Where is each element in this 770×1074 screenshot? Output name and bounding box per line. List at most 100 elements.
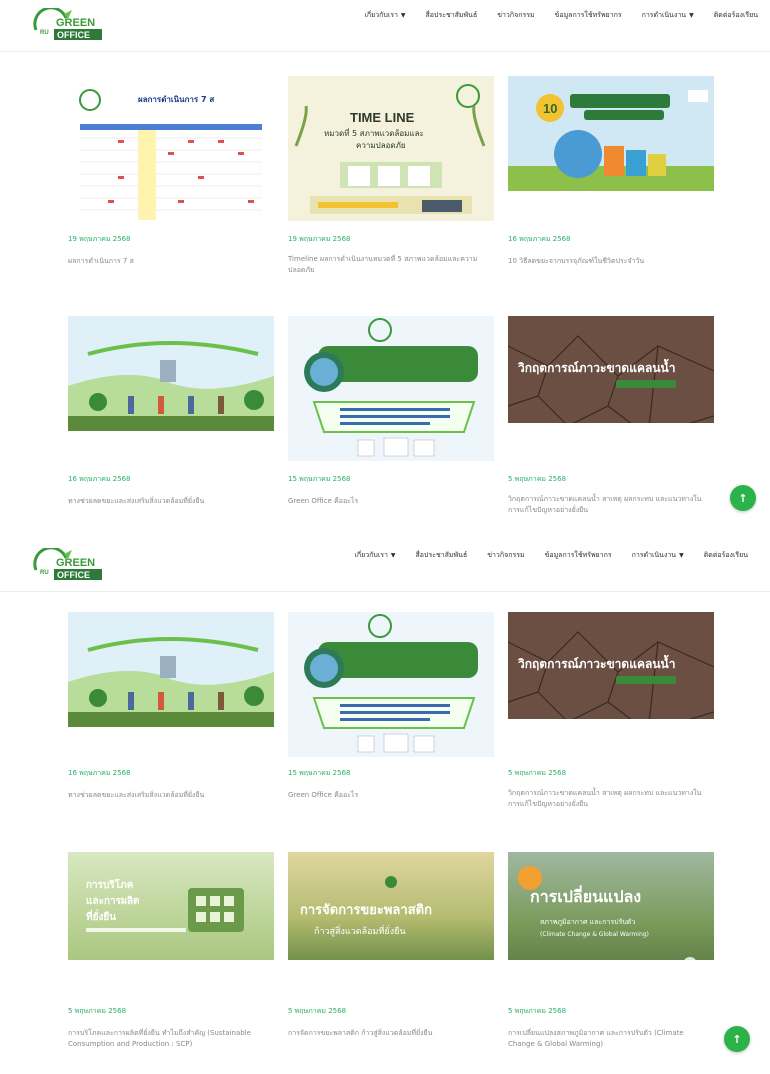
nav-label: เกี่ยวกับเรา [354, 551, 388, 559]
post-thumbnail[interactable] [68, 612, 274, 727]
post-thumbnail[interactable]: การเปลี่ยนแปลง สภาพภูมิอากาศ และการปรับต… [508, 852, 714, 960]
post-excerpt[interactable]: วิกฤตการณ์ภาวะขาดแคลนน้ำ สาเหตุ ผลกระทบ … [508, 788, 708, 810]
thumb-subtitle: (Climate Change & Global Warming) [540, 931, 649, 938]
nav-about[interactable]: เกี่ยวกับเรา ▼ [364, 10, 405, 21]
post-excerpt[interactable]: การบริโภคและการผลิตที่ยั่งยืน ทำไมถึงสำค… [68, 1028, 268, 1050]
post-excerpt[interactable]: วิกฤตการณ์ภาวะขาดแคลนน้ำ สาเหตุ ผลกระทบ … [508, 494, 708, 516]
nav-label: สื่อประชาสัมพันธ์ [415, 551, 468, 559]
post-excerpt[interactable]: การเปลี่ยนแปลงสภาพภูมิอากาศ และการปรับตั… [508, 1028, 708, 1050]
post-date[interactable]: 15 พฤษภาคม 2568 [288, 474, 350, 485]
thumb-subtitle: ความปลอดภัย [356, 141, 406, 150]
post-thumbnail[interactable]: วิกฤตการณ์ภาวะขาดแคลนน้ำ [508, 316, 714, 423]
post-card: 16 พฤษภาคม 2568 ทางช่วยลดขยะและส่งเสริมส… [68, 316, 274, 540]
thumb-title: และการผลิต [86, 895, 139, 907]
post-card: TIME LINE หมวดที่ 5 สภาพแวดล้อมและ ความป… [288, 76, 494, 316]
thumb-title: ที่ยั่งยืน [86, 909, 116, 923]
nav-label: การดำเนินงาน [641, 11, 687, 19]
nav-about[interactable]: เกี่ยวกับเรา ▼ [354, 550, 395, 561]
nav-news[interactable]: ข่าวกิจกรรม [487, 550, 524, 561]
post-date[interactable]: 5 พฤษภาคม 2568 [288, 1006, 346, 1017]
logo-prefix: RU [40, 570, 49, 576]
nav-label: การดำเนินงาน [631, 551, 677, 559]
post-date[interactable]: 19 พฤษภาคม 2568 [68, 234, 130, 245]
post-date[interactable]: 5 พฤษภาคม 2568 [508, 768, 566, 779]
main-nav: เกี่ยวกับเรา ▼ สื่อประชาสัมพันธ์ ข่าวกิจก… [334, 550, 748, 561]
logo-prefix: RU [40, 30, 49, 36]
post-excerpt[interactable]: Timeline ผลการดำเนินงานหมวดที่ 5 สภาพแวด… [288, 254, 488, 276]
back-to-top-button[interactable]: ↑ [724, 1026, 750, 1052]
post-grid: ผลการดำเนินการ 7 ส 19 พฤษภาคม 2568 ผลการ… [68, 76, 714, 540]
post-card: การจัดการขยะพลาสติก ก้าวสู่สิ่งแวดล้อมที… [288, 852, 494, 1074]
post-card: วิกฤตการณ์ภาวะขาดแคลนน้ำ 5 พฤษภาคม 2568 … [508, 316, 714, 540]
post-date[interactable]: 16 พฤษภาคม 2568 [68, 474, 130, 485]
post-date[interactable]: 5 พฤษภาคม 2568 [68, 1006, 126, 1017]
post-date[interactable]: 16 พฤษภาคม 2568 [508, 234, 570, 245]
site-header: RU GREEN OFFICE เกี่ยวกับเรา ▼ สื่อประชาส… [0, 540, 770, 592]
post-thumbnail[interactable]: TIME LINE หมวดที่ 5 สภาพแวดล้อมและ ความป… [288, 76, 494, 221]
post-card: การบริโภค และการผลิต ที่ยั่งยืน 5 พฤษภาค… [68, 852, 274, 1074]
post-date[interactable]: 19 พฤษภาคม 2568 [288, 234, 350, 245]
post-card: 15 พฤษภาคม 2568 Green Office คืออะไร [288, 316, 494, 540]
nav-label: ข้อมูลการใช้ทรัพยากร [544, 551, 612, 559]
green-office-logo[interactable]: RU GREEN OFFICE [32, 8, 112, 46]
post-card: ผลการดำเนินการ 7 ส 19 พฤษภาคม 2568 ผลการ… [68, 76, 274, 316]
back-to-top-button[interactable]: ↑ [730, 485, 756, 511]
post-excerpt[interactable]: ทางช่วยลดขยะและส่งเสริมสิ่งแวดล้อมที่ยั่… [68, 790, 268, 801]
post-grid: 16 พฤษภาคม 2568 ทางช่วยลดขยะและส่งเสริมส… [68, 612, 714, 1074]
thumb-badge: 10 [543, 101, 557, 116]
post-thumbnail[interactable]: ผลการดำเนินการ 7 ส [68, 76, 274, 221]
post-excerpt[interactable]: ผลการดำเนินการ 7 ส [68, 256, 268, 267]
post-excerpt[interactable]: 10 วิธีลดขยะจากบรรจุภัณฑ์ในชีวิตประจำวัน [508, 256, 708, 267]
nav-media[interactable]: สื่อประชาสัมพันธ์ [416, 550, 468, 561]
thumb-subtitle: หมวดที่ 5 สภาพแวดล้อมและ [324, 127, 424, 138]
post-excerpt[interactable]: Green Office คืออะไร [288, 790, 488, 801]
post-thumbnail[interactable]: 10 [508, 76, 714, 191]
nav-label: ติดต่อร้องเรียน [713, 11, 758, 19]
chevron-down-icon: ▼ [689, 12, 694, 19]
post-thumbnail[interactable] [288, 316, 494, 461]
post-thumbnail[interactable] [68, 316, 274, 431]
nav-media[interactable]: สื่อประชาสัมพันธ์ [426, 10, 478, 21]
post-card: การเปลี่ยนแปลง สภาพภูมิอากาศ และการปรับต… [508, 852, 714, 1074]
post-thumbnail[interactable]: การบริโภค และการผลิต ที่ยั่งยืน [68, 852, 274, 960]
chevron-down-icon: ▼ [679, 552, 684, 559]
green-office-logo[interactable]: RU GREEN OFFICE [32, 548, 112, 586]
post-date[interactable]: 5 พฤษภาคม 2568 [508, 474, 566, 485]
nav-operations[interactable]: การดำเนินงาน ▼ [642, 10, 694, 21]
thumb-title: วิกฤตการณ์ภาวะขาดแคลนน้ำ [518, 654, 676, 671]
logo-word-green: GREEN [56, 17, 95, 29]
nav-resources[interactable]: ข้อมูลการใช้ทรัพยากร [555, 10, 622, 21]
thumb-title: วิกฤตการณ์ภาวะขาดแคลนน้ำ [518, 358, 676, 375]
thumb-title: การจัดการขยะพลาสติก [300, 903, 432, 918]
post-thumbnail[interactable] [288, 612, 494, 757]
nav-resources[interactable]: ข้อมูลการใช้ทรัพยากร [545, 550, 612, 561]
thumb-subtitle: สภาพภูมิอากาศ และการปรับตัว [540, 918, 635, 926]
site-header: RU GREEN OFFICE เกี่ยวกับเรา ▼ สื่อประชาส… [0, 0, 770, 52]
post-excerpt[interactable]: Green Office คืออะไร [288, 496, 488, 507]
post-thumbnail[interactable]: การจัดการขยะพลาสติก ก้าวสู่สิ่งแวดล้อมที… [288, 852, 494, 960]
nav-contact[interactable]: ติดต่อร้องเรียน [714, 10, 758, 21]
thumb-title: การบริโภค [86, 878, 134, 891]
thumb-title: การเปลี่ยนแปลง [530, 885, 641, 906]
thumb-title: TIME LINE [350, 110, 415, 125]
nav-news[interactable]: ข่าวกิจกรรม [497, 10, 534, 21]
thumb-title: ผลการดำเนินการ 7 ส [138, 95, 214, 104]
main-nav: เกี่ยวกับเรา ▼ สื่อประชาสัมพันธ์ ข่าวกิจก… [344, 10, 758, 21]
nav-label: ข้อมูลการใช้ทรัพยากร [554, 11, 622, 19]
logo-word-office: OFFICE [57, 570, 90, 580]
nav-label: ข่าวกิจกรรม [497, 11, 535, 19]
nav-contact[interactable]: ติดต่อร้องเรียน [704, 550, 748, 561]
post-date[interactable]: 15 พฤษภาคม 2568 [288, 768, 350, 779]
logo-word-green: GREEN [56, 557, 95, 569]
nav-label: สื่อประชาสัมพันธ์ [425, 11, 478, 19]
post-card: วิกฤตการณ์ภาวะขาดแคลนน้ำ 5 พฤษภาคม 2568 … [508, 612, 714, 852]
post-excerpt[interactable]: การจัดการขยะพลาสติก ก้าวสู่สิ่งแวดล้อมที… [288, 1028, 488, 1039]
logo-word-office: OFFICE [57, 30, 90, 40]
post-date[interactable]: 5 พฤษภาคม 2568 [508, 1006, 566, 1017]
post-thumbnail[interactable]: วิกฤตการณ์ภาวะขาดแคลนน้ำ [508, 612, 714, 719]
chevron-down-icon: ▼ [400, 12, 406, 19]
post-card: 15 พฤษภาคม 2568 Green Office คืออะไร [288, 612, 494, 852]
post-date[interactable]: 16 พฤษภาคม 2568 [68, 768, 130, 779]
post-excerpt[interactable]: ทางช่วยลดขยะและส่งเสริมสิ่งแวดล้อมที่ยั่… [68, 496, 268, 507]
nav-operations[interactable]: การดำเนินงาน ▼ [632, 550, 684, 561]
